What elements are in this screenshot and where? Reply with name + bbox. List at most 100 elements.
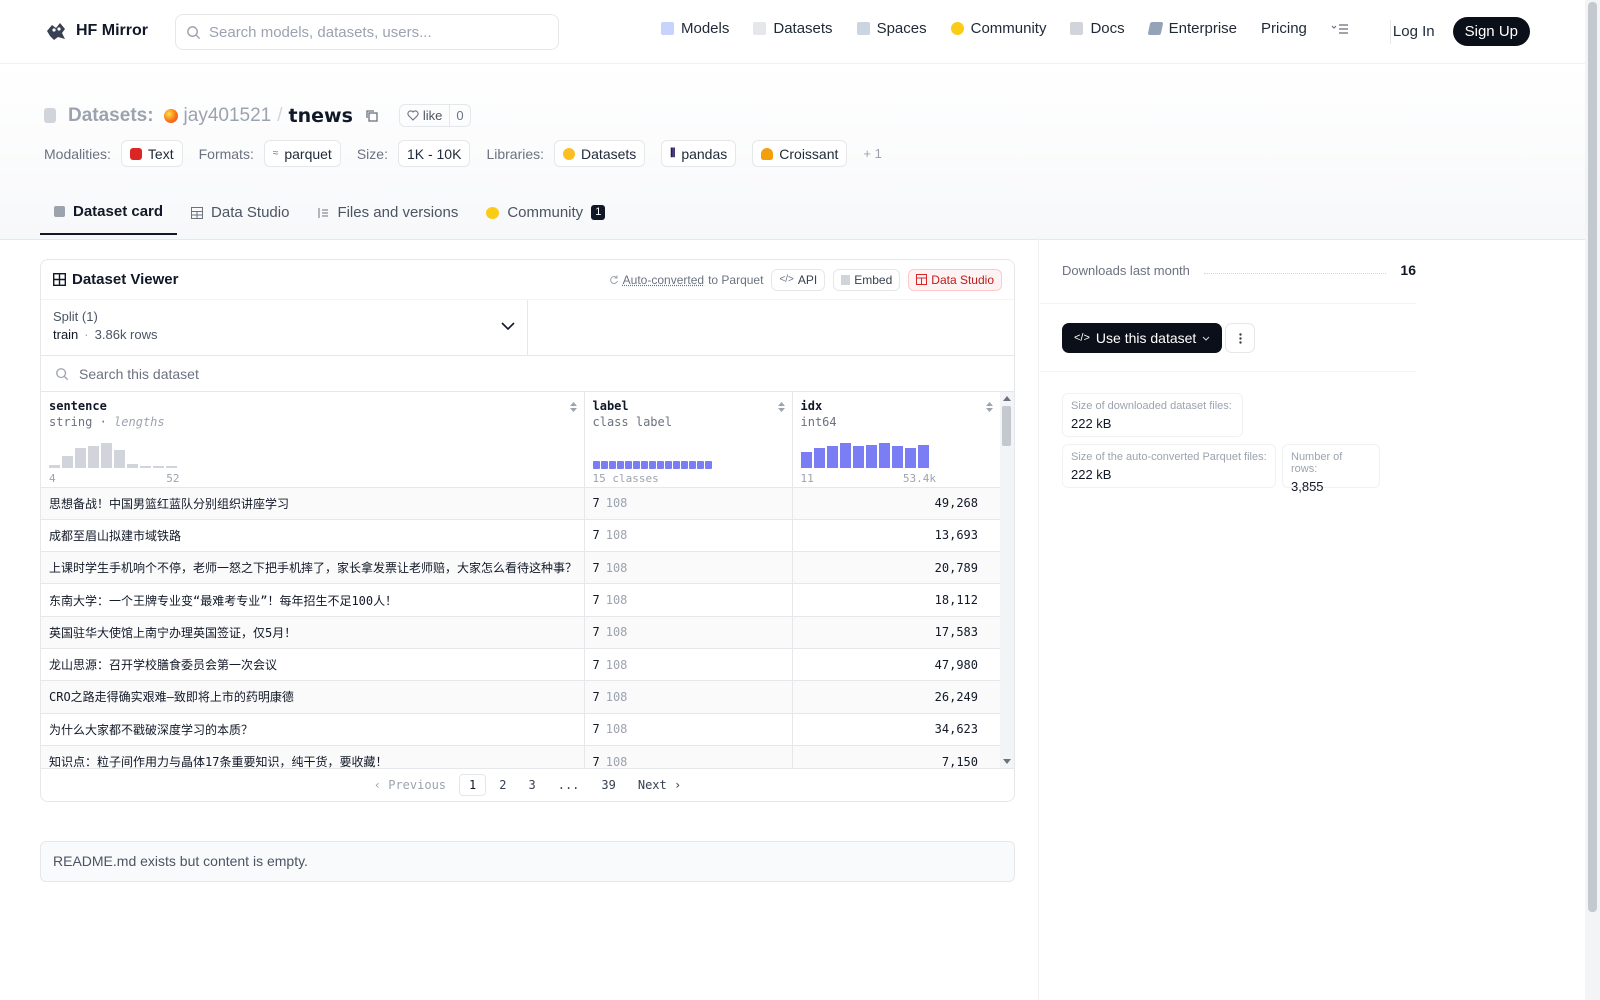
nav-docs[interactable]: Docs — [1070, 20, 1125, 37]
histogram-bar[interactable] — [75, 447, 86, 468]
size-tag[interactable]: 1K - 10K — [397, 140, 471, 167]
histogram-bar[interactable] — [904, 447, 916, 468]
page-1[interactable]: 1 — [459, 774, 487, 796]
histogram-bar[interactable] — [839, 442, 851, 468]
format-tag-parquet[interactable]: ≈ parquet — [263, 140, 341, 167]
scroll-down-icon[interactable] — [1003, 759, 1011, 765]
class-segment[interactable] — [672, 460, 680, 469]
class-segment[interactable] — [640, 460, 648, 469]
cell-label[interactable]: 7 108 — [584, 519, 793, 553]
scroll-up-icon[interactable] — [1003, 395, 1011, 401]
cell-sentence[interactable]: 英国驻华大使馆上南宁办理英国签证，仅5月！ — [41, 616, 585, 649]
page-scrollbar[interactable] — [1585, 0, 1600, 1000]
nav-spaces[interactable]: Spaces — [856, 20, 927, 37]
cell-idx[interactable]: 17,583 — [792, 616, 1000, 649]
cell-label[interactable]: 7 108 — [584, 551, 793, 585]
cell-sentence[interactable]: 思想备战！中国男篮红蓝队分别组织讲座学习 — [41, 487, 585, 520]
like-count[interactable]: 0 — [450, 108, 469, 123]
table-row[interactable]: 上课时学生手机响个不停，老师一怒之下把手机摔了，家长拿发票让老师赔，大家怎么看待… — [41, 551, 1000, 585]
nav-models[interactable]: Models — [661, 20, 729, 37]
histogram-bar[interactable] — [62, 455, 73, 468]
histogram-bar[interactable] — [813, 447, 825, 468]
library-tag-pandas[interactable]: ⫴ pandas — [661, 140, 737, 167]
cell-idx[interactable]: 7,150 — [792, 745, 1000, 768]
histogram-bar[interactable] — [878, 442, 890, 468]
histogram-bar[interactable] — [49, 464, 60, 468]
class-segment[interactable] — [696, 460, 704, 469]
class-segment[interactable] — [704, 460, 712, 469]
previous-page-button[interactable]: ‹ Previous — [365, 775, 455, 795]
like-action[interactable]: like — [400, 105, 451, 126]
embed-button[interactable]: Embed — [833, 268, 901, 291]
cell-sentence[interactable]: 东南大学：一个王牌专业变“最难考专业”！每年招生不足100人！ — [41, 583, 585, 617]
cell-idx[interactable]: 18,112 — [792, 583, 1000, 617]
histogram-bar[interactable] — [917, 444, 929, 468]
split-selector[interactable]: Split (1) train · 3.86k rows — [41, 300, 528, 355]
histogram-bar[interactable] — [852, 445, 864, 468]
dataset-search-input[interactable] — [79, 365, 879, 382]
histogram-bar[interactable] — [865, 444, 877, 468]
nav-community[interactable]: Community — [950, 20, 1046, 37]
cell-sentence[interactable]: 知识点：粒子间作用力与晶体17条重要知识，纯干货，要收藏！ — [41, 745, 585, 768]
table-scrollbar[interactable] — [1000, 392, 1014, 768]
auto-converted-note[interactable]: Auto-converted to Parquet — [609, 273, 763, 287]
cell-idx[interactable]: 13,693 — [792, 519, 1000, 553]
api-button[interactable]: </> API — [771, 268, 826, 291]
page-scrollbar-thumb[interactable] — [1588, 2, 1597, 912]
cell-label[interactable]: 7 108 — [584, 487, 793, 520]
page-3[interactable]: 3 — [519, 775, 544, 795]
copy-icon[interactable] — [365, 109, 379, 123]
table-row[interactable]: 为什么大家都不戳破深度学习的本质？ 7 108 34,623 — [41, 713, 1000, 746]
dataset-name[interactable]: tnews — [289, 105, 353, 127]
cell-label[interactable]: 7 108 — [584, 680, 793, 714]
table-row[interactable]: 知识点：粒子间作用力与晶体17条重要知识，纯干货，要收藏！ 7 108 7,150 — [41, 745, 1000, 768]
cell-idx[interactable]: 26,249 — [792, 680, 1000, 714]
next-page-button[interactable]: Next › — [629, 775, 690, 795]
cell-label[interactable]: 7 108 — [584, 745, 793, 768]
table-row[interactable]: 成都至眉山拟建市域铁路 7 108 13,693 — [41, 519, 1000, 553]
histogram-bar[interactable] — [101, 442, 112, 468]
cell-sentence[interactable]: CRO之路走得确实艰难—致即将上市的药明康德 — [41, 680, 585, 714]
cell-label[interactable]: 7 108 — [584, 713, 793, 746]
cell-label[interactable]: 7 108 — [584, 648, 793, 682]
global-search[interactable] — [175, 14, 559, 50]
table-row[interactable]: 东南大学：一个王牌专业变“最难考专业”！每年招生不足100人！ 7 108 18,11… — [41, 583, 1000, 617]
class-segment[interactable] — [616, 460, 624, 469]
use-this-dataset-button[interactable]: </> Use this dataset — [1062, 323, 1223, 353]
histogram-bar[interactable] — [891, 445, 903, 468]
page-39[interactable]: 39 — [592, 775, 624, 795]
histogram-bar[interactable] — [88, 445, 99, 468]
class-segment[interactable] — [608, 460, 616, 469]
class-segment[interactable] — [632, 460, 640, 469]
class-segment[interactable] — [592, 460, 600, 469]
table-row[interactable]: CRO之路走得确实艰难—致即将上市的药明康德 7 108 26,249 — [41, 680, 1000, 714]
nav-more-menu[interactable] — [1331, 23, 1349, 35]
histogram-bar[interactable] — [140, 465, 151, 468]
brand-logo[interactable]: HF Mirror — [44, 19, 148, 43]
histogram-bar[interactable] — [127, 463, 138, 468]
cell-idx[interactable]: 34,623 — [792, 713, 1000, 746]
signup-button[interactable]: Sign Up — [1452, 17, 1530, 46]
nav-datasets[interactable]: Datasets — [753, 20, 833, 37]
class-segment[interactable] — [600, 460, 608, 469]
histogram-bar[interactable] — [800, 451, 812, 468]
column-header-idx[interactable]: idx int64 11 53.4k — [792, 392, 1000, 488]
global-search-input[interactable] — [209, 23, 539, 41]
tab-data-studio[interactable]: Data Studio — [177, 190, 303, 235]
column-header-label[interactable]: label class label 15 classes — [584, 392, 793, 488]
tab-community[interactable]: Community 1 — [472, 190, 619, 235]
histogram-bar[interactable] — [826, 445, 838, 468]
like-button[interactable]: like 0 — [398, 104, 471, 127]
more-libraries[interactable]: + 1 — [863, 146, 881, 161]
sort-icon[interactable] — [985, 401, 994, 413]
class-segment[interactable] — [648, 460, 656, 469]
table-row[interactable]: 思想备战！中国男篮红蓝队分别组织讲座学习 7 108 49,268 — [41, 487, 1000, 520]
table-row[interactable]: 英国驻华大使馆上南宁办理英国签证，仅5月！ 7 108 17,583 — [41, 616, 1000, 649]
table-row[interactable]: 龙山思源：召开学校膳食委员会第一次会议 7 108 47,980 — [41, 648, 1000, 682]
histogram-bar[interactable] — [153, 465, 164, 468]
library-tag-datasets[interactable]: Datasets — [554, 140, 646, 167]
cell-label[interactable]: 7 108 — [584, 583, 793, 617]
column-header-sentence[interactable]: sentence string · lengths 4 52 — [41, 392, 585, 488]
modality-tag-text[interactable]: Text — [120, 140, 183, 167]
sort-icon[interactable] — [777, 401, 786, 413]
